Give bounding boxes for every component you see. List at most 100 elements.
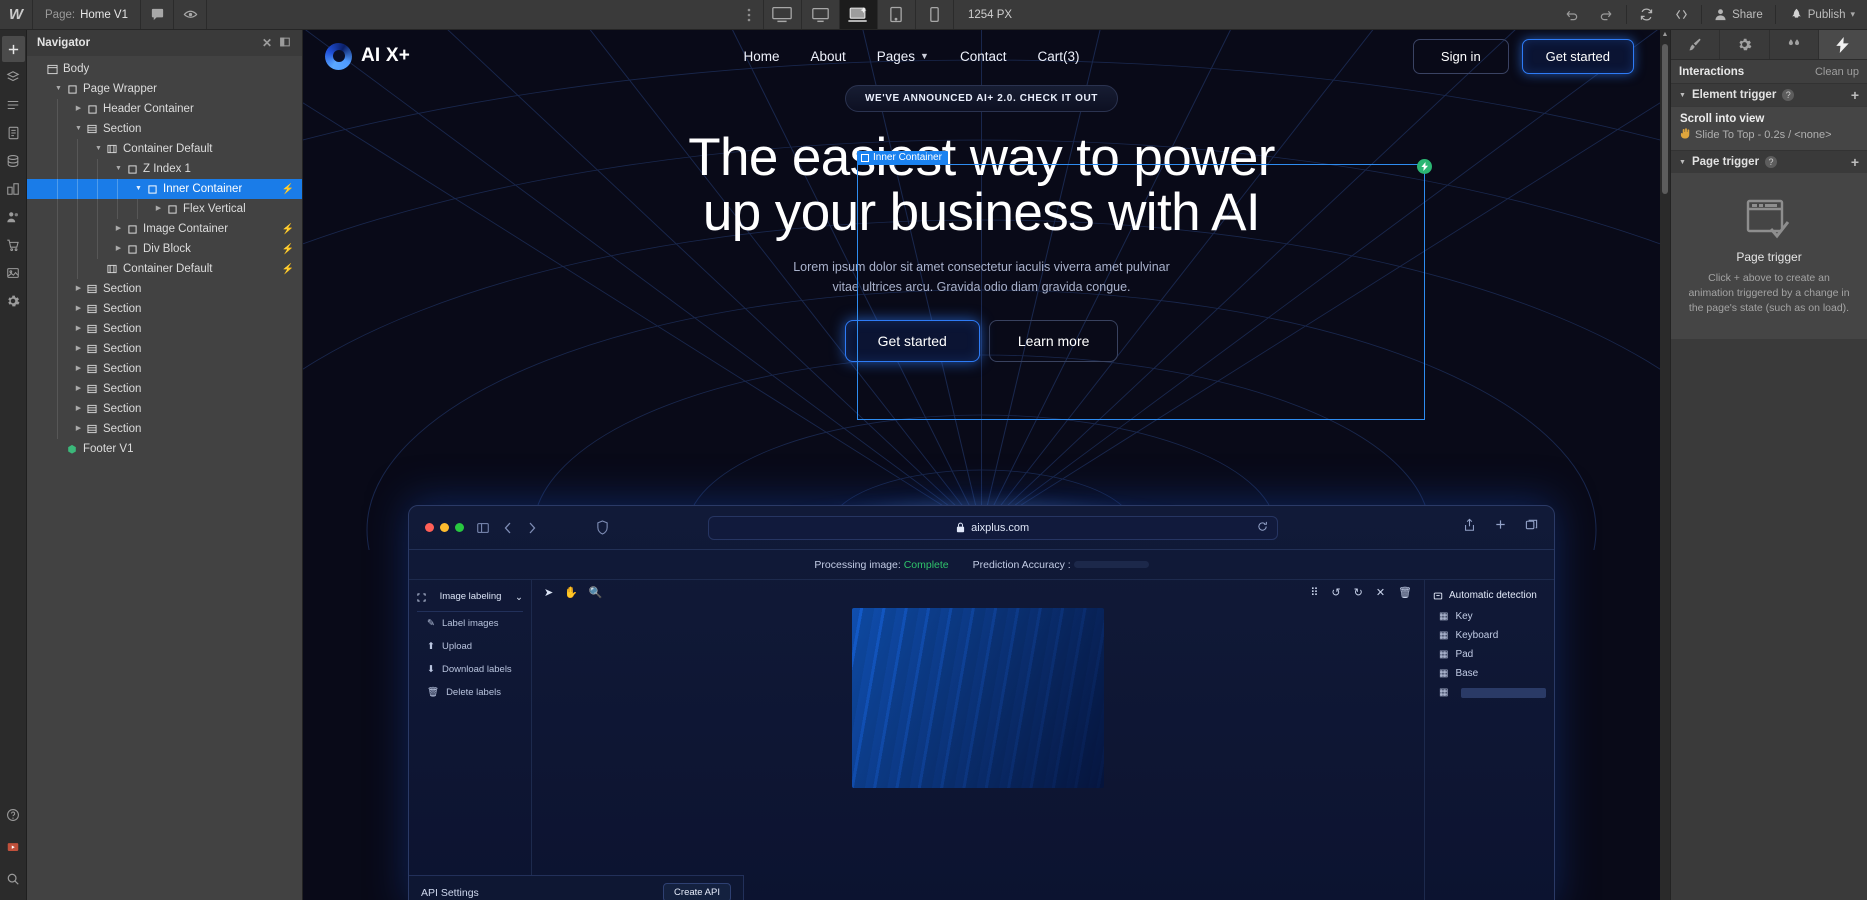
detection-item[interactable]: ▦ Base [1433, 664, 1546, 683]
site-nav-link[interactable]: Home [743, 49, 779, 64]
chevron-right-icon[interactable]: ▶ [73, 319, 84, 339]
navigator-item[interactable]: ▶ Image Container ⚡ [27, 219, 302, 239]
navigator-item[interactable]: ▶ Div Block ⚡ [27, 239, 302, 259]
chevron-right-icon[interactable]: ▶ [113, 239, 124, 259]
clean-up-button[interactable]: Clean up [1815, 66, 1859, 78]
navigator-item[interactable]: ▶ Section [27, 299, 302, 319]
redo-icon[interactable]: ↻ [1354, 586, 1363, 599]
navigator-item[interactable]: ▶ Section [27, 379, 302, 399]
brand[interactable]: AI X+ [325, 42, 410, 70]
more-options-icon[interactable] [735, 0, 763, 29]
logic-button[interactable] [2, 260, 25, 286]
navigator-item[interactable]: Container Default ⚡ [27, 259, 302, 279]
webflow-logo[interactable]: W [0, 0, 33, 29]
sign-in-button[interactable]: Sign in [1412, 38, 1509, 74]
chevron-down-icon[interactable]: ▼ [73, 119, 84, 139]
site-nav-link[interactable]: Pages ▼ [877, 49, 929, 64]
ecommerce-button[interactable] [2, 232, 25, 258]
desktop-breakpoint[interactable] [800, 0, 839, 29]
grid-icon[interactable]: ⠿ [1310, 586, 1318, 599]
page-trigger-header[interactable]: ▼ Page trigger ? + [1671, 151, 1867, 173]
site-navigation[interactable]: Home About Pages ▼ Contact Cart(3) [743, 49, 1079, 64]
element-trigger-header[interactable]: ▼ Element trigger ? + [1671, 84, 1867, 106]
users-button[interactable] [2, 204, 25, 230]
cursor-icon[interactable]: ➤ [544, 586, 553, 599]
site-nav-link[interactable]: About [810, 49, 845, 64]
hero-learn-more-button[interactable]: Learn more [988, 319, 1119, 362]
scroll-up-arrow[interactable]: ▲ [1661, 31, 1669, 38]
help-icon[interactable] [2, 802, 25, 828]
interaction-badge[interactable] [1417, 159, 1432, 174]
style-panel-tab[interactable] [1671, 30, 1721, 59]
add-page-trigger-button[interactable]: + [1851, 155, 1859, 169]
preview-eye-icon[interactable] [174, 0, 207, 29]
chevron-down-icon[interactable]: ▼ [133, 179, 144, 199]
undo-icon[interactable] [1554, 0, 1589, 29]
detection-item[interactable]: ▦ Key [1433, 607, 1546, 626]
navigator-item[interactable]: ▶ Section [27, 339, 302, 359]
element-trigger-item[interactable]: Scroll into view Slide To Top - 0.2s / <… [1671, 106, 1867, 151]
navigator-item[interactable]: ▼ Section [27, 119, 302, 139]
chevron-right-icon[interactable] [526, 521, 538, 535]
navigator-item[interactable]: ▶ Section [27, 359, 302, 379]
code-icon[interactable] [1664, 0, 1699, 29]
header-get-started-button[interactable]: Get started [1521, 38, 1634, 74]
publish-button[interactable]: Publish ▾ [1777, 0, 1867, 29]
components-button[interactable] [2, 176, 25, 202]
create-api-button[interactable]: Create API [663, 883, 731, 900]
chevron-down-icon[interactable]: ▼ [113, 159, 124, 179]
comment-icon[interactable] [141, 0, 174, 29]
mockup-tool-item[interactable]: 🗑 Delete labels [417, 681, 523, 704]
cms-button[interactable] [2, 120, 25, 146]
tabs-icon[interactable] [1525, 518, 1538, 537]
navigator-item[interactable]: ▶ Section [27, 419, 302, 439]
laptop-breakpoint[interactable] [838, 0, 877, 29]
panel-toggle-icon[interactable] [276, 36, 294, 51]
chevron-down-icon[interactable]: ▼ [53, 79, 64, 99]
canvas-scrollbar[interactable]: ▲ [1660, 30, 1670, 900]
tablet-breakpoint[interactable] [876, 0, 915, 29]
chevron-right-icon[interactable]: ▶ [73, 339, 84, 359]
chevron-down-icon[interactable]: ▼ [1679, 159, 1686, 166]
hero-get-started-button[interactable]: Get started [844, 319, 980, 362]
detection-item[interactable]: ▦ Keyboard [1433, 626, 1546, 645]
video-icon[interactable] [2, 834, 25, 860]
chevron-down-icon[interactable]: ▼ [93, 139, 104, 159]
trash-icon[interactable]: 🗑 [1398, 586, 1412, 599]
add-element-trigger-button[interactable]: + [1851, 88, 1859, 102]
search-icon[interactable] [2, 866, 25, 892]
detection-item[interactable]: ▦ Pad [1433, 645, 1546, 664]
chevron-right-icon[interactable]: ▶ [153, 199, 164, 219]
mobile-portrait-breakpoint[interactable] [914, 0, 953, 29]
reload-icon[interactable] [1257, 521, 1268, 535]
navigator-item[interactable]: ▼ Page Wrapper [27, 79, 302, 99]
chevron-right-icon[interactable]: ▶ [73, 279, 84, 299]
page-selector[interactable]: Page: Home V1 [33, 0, 141, 29]
navigator-item[interactable]: ▶ Section [27, 319, 302, 339]
help-icon[interactable]: ? [1765, 156, 1778, 168]
chevron-right-icon[interactable]: ▶ [73, 99, 84, 119]
chevron-down-icon[interactable]: ▼ [1679, 92, 1686, 99]
chevron-right-icon[interactable]: ▶ [73, 399, 84, 419]
assets-button[interactable] [2, 148, 25, 174]
chevron-left-icon[interactable] [502, 521, 514, 535]
add-elements-button[interactable] [1, 36, 25, 62]
chevron-right-icon[interactable]: ▶ [73, 379, 84, 399]
settings-panel-tab[interactable] [1720, 30, 1770, 59]
share-icon[interactable] [1463, 518, 1476, 537]
desktop-large-breakpoint[interactable] [762, 0, 801, 29]
navigator-item[interactable]: ▼ Container Default [27, 139, 302, 159]
navigator-item[interactable]: ▶ Section [27, 279, 302, 299]
refresh-icon[interactable] [1629, 0, 1664, 29]
hand-icon[interactable]: ✋ [564, 586, 578, 599]
site-nav-link[interactable]: Contact [960, 49, 1007, 64]
style-manager-tab[interactable] [1770, 30, 1819, 59]
chevron-right-icon[interactable]: ▶ [73, 419, 84, 439]
navigator-item[interactable]: ▶ Section [27, 399, 302, 419]
mockup-tool-item[interactable]: ⬆ Upload [417, 635, 523, 658]
sidebar-icon[interactable] [476, 521, 490, 535]
pages-button[interactable] [2, 64, 25, 90]
navigator-tree[interactable]: Body ▼ Page Wrapper ▶ Header Container ▼ Secti… [27, 56, 302, 900]
redo-icon[interactable] [1589, 0, 1624, 29]
settings-button[interactable] [2, 288, 25, 314]
